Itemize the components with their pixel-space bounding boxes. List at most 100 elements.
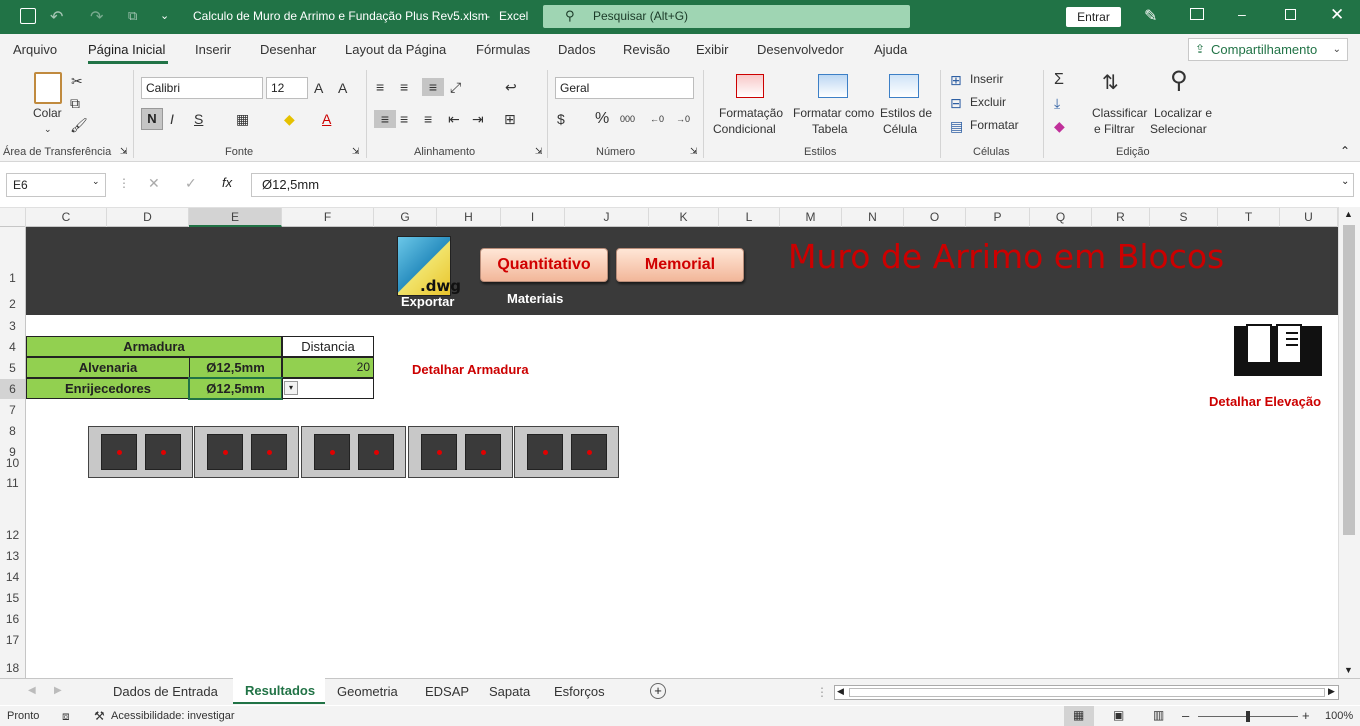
conditional-format-icon[interactable]	[736, 74, 764, 98]
collapse-ribbon-icon[interactable]: ⌃	[1340, 144, 1350, 158]
zoom-level[interactable]: 100%	[1325, 710, 1353, 722]
increase-indent-icon[interactable]: ⇥	[472, 110, 484, 128]
armadura-header[interactable]: Armadura	[26, 336, 282, 357]
column-header[interactable]: I	[501, 208, 565, 227]
paste-icon[interactable]	[34, 72, 62, 104]
delete-cells-icon[interactable]: ⊟	[950, 94, 962, 112]
scroll-up-icon[interactable]: ▲	[1344, 209, 1353, 219]
distancia-value[interactable]: 20	[282, 357, 374, 378]
zoom-in-icon[interactable]: +	[1302, 708, 1310, 723]
thousands-icon[interactable]: 000	[620, 110, 635, 128]
sort-label-1[interactable]: Classificar	[1092, 106, 1147, 120]
autosum-icon[interactable]: Σ	[1054, 71, 1064, 89]
tab-desenhar[interactable]: Desenhar	[260, 42, 316, 57]
share-button[interactable]: ⇪ Compartilhamento ⌄	[1188, 38, 1348, 61]
number-format-dropdown[interactable]: Geral	[555, 77, 694, 99]
clear-icon[interactable]: ◆	[1054, 117, 1065, 135]
underline-button[interactable]: S	[194, 110, 203, 128]
chevron-down-icon[interactable]: ⌄	[44, 120, 52, 138]
enter-icon[interactable]: ✓	[185, 175, 197, 192]
cell-styles-icon[interactable]	[889, 74, 919, 98]
align-middle-icon[interactable]: ≡	[400, 78, 408, 96]
sort-label-2[interactable]: e Filtrar	[1094, 122, 1135, 136]
cancel-icon[interactable]: ✕	[148, 175, 160, 192]
copy-icon[interactable]: ⧉	[70, 94, 80, 112]
sheet-tab[interactable]: Geometria	[337, 684, 398, 699]
column-header[interactable]: S	[1150, 208, 1218, 227]
cell-styles-label-2[interactable]: Célula	[883, 122, 917, 136]
row-header[interactable]: 10	[0, 456, 25, 470]
quantitativo-button[interactable]: Quantitativo	[480, 248, 608, 282]
scroll-thumb[interactable]	[849, 688, 1325, 697]
paste-label[interactable]: Colar	[33, 106, 62, 120]
format-painter-icon[interactable]: 🖌	[70, 116, 88, 134]
column-header[interactable]: F	[282, 208, 374, 227]
increase-decimal-icon[interactable]: ←0	[650, 110, 664, 128]
enrijecedores-value[interactable]: Ø12,5mm	[188, 377, 283, 400]
zoom-out-icon[interactable]: –	[1182, 708, 1189, 723]
align-top-icon[interactable]: ≡	[376, 78, 384, 96]
align-right-icon[interactable]: ≡	[424, 110, 432, 128]
cut-icon[interactable]: ✂	[71, 72, 83, 90]
column-header[interactable]: M	[780, 208, 842, 227]
alvenaria-value[interactable]: Ø12,5mm	[189, 357, 282, 378]
tab-revisao[interactable]: Revisão	[623, 42, 670, 57]
column-header[interactable]: C	[26, 208, 107, 227]
row-header[interactable]: 6	[0, 379, 25, 399]
tab-inserir[interactable]: Inserir	[195, 42, 231, 57]
column-header[interactable]: G	[374, 208, 437, 227]
cond-format-label-2[interactable]: Condicional	[713, 122, 776, 136]
format-cells-icon[interactable]: ▤	[950, 117, 963, 135]
chevron-down-icon[interactable]: ⌄	[92, 176, 100, 187]
font-name-dropdown[interactable]: Calibri	[141, 77, 263, 99]
alvenaria-label[interactable]: Alvenaria	[26, 357, 190, 378]
align-bottom-icon[interactable]: ≡	[422, 78, 444, 96]
column-header[interactable]: H	[437, 208, 501, 227]
currency-icon[interactable]: $	[557, 110, 565, 128]
tab-dados[interactable]: Dados	[558, 42, 596, 57]
column-header[interactable]: O	[904, 208, 966, 227]
delete-label[interactable]: Excluir	[970, 95, 1006, 109]
decrease-font-icon[interactable]: A	[338, 79, 347, 97]
row-header[interactable]: 11	[0, 476, 25, 490]
pen-icon[interactable]: ✎	[1144, 6, 1157, 26]
format-table-icon[interactable]	[818, 74, 848, 98]
borders-icon[interactable]: ▦	[236, 110, 249, 128]
scroll-thumb[interactable]	[1343, 225, 1355, 535]
dialog-launcher-icon[interactable]: ⇲	[352, 146, 360, 157]
row-header[interactable]: 17	[0, 633, 25, 647]
macro-icon[interactable]: ⧈	[62, 709, 70, 724]
column-header[interactable]: U	[1280, 208, 1338, 227]
row-header[interactable]: 1	[0, 271, 25, 285]
tab-formulas[interactable]: Fórmulas	[476, 42, 530, 57]
zoom-thumb[interactable]	[1246, 711, 1250, 722]
column-header[interactable]: R	[1092, 208, 1150, 227]
sheet-tab[interactable]: EDSAP	[425, 684, 469, 699]
book-icon[interactable]	[1230, 318, 1328, 384]
row-header[interactable]: 5	[0, 361, 25, 375]
cond-format-label-1[interactable]: Formatação	[719, 106, 783, 120]
find-label-1[interactable]: Localizar e	[1154, 106, 1212, 120]
column-header[interactable]: D	[107, 208, 189, 227]
font-size-dropdown[interactable]: 12	[266, 77, 308, 99]
expand-formula-icon[interactable]: ⌄	[1341, 176, 1349, 187]
column-header[interactable]: N	[842, 208, 904, 227]
format-label[interactable]: Formatar	[970, 118, 1019, 132]
accessibility-status[interactable]: Acessibilidade: investigar	[111, 710, 235, 722]
fill-color-icon[interactable]: ◆	[284, 110, 295, 128]
scroll-right-icon[interactable]: ▶	[1328, 686, 1335, 697]
column-header[interactable]: K	[649, 208, 719, 227]
enrijecedores-label[interactable]: Enrijecedores	[26, 378, 190, 399]
detalhar-armadura-link[interactable]: Detalhar Armadura	[412, 362, 529, 377]
sheet-tab[interactable]: Sapata	[489, 684, 530, 699]
bold-button[interactable]: N	[141, 108, 163, 130]
add-sheet-icon[interactable]: +	[650, 683, 666, 699]
merge-center-icon[interactable]: ⊞	[504, 110, 516, 128]
next-sheet-icon[interactable]: ▶	[54, 685, 62, 696]
normal-view-button[interactable]: ▦	[1064, 706, 1094, 726]
row-header[interactable]: 8	[0, 424, 25, 438]
close-icon[interactable]: ✕	[1330, 5, 1344, 25]
row-header[interactable]: 13	[0, 549, 25, 563]
ribbon-display-icon[interactable]	[1190, 8, 1204, 20]
dwg-export-icon[interactable]: .dwg	[397, 236, 461, 296]
